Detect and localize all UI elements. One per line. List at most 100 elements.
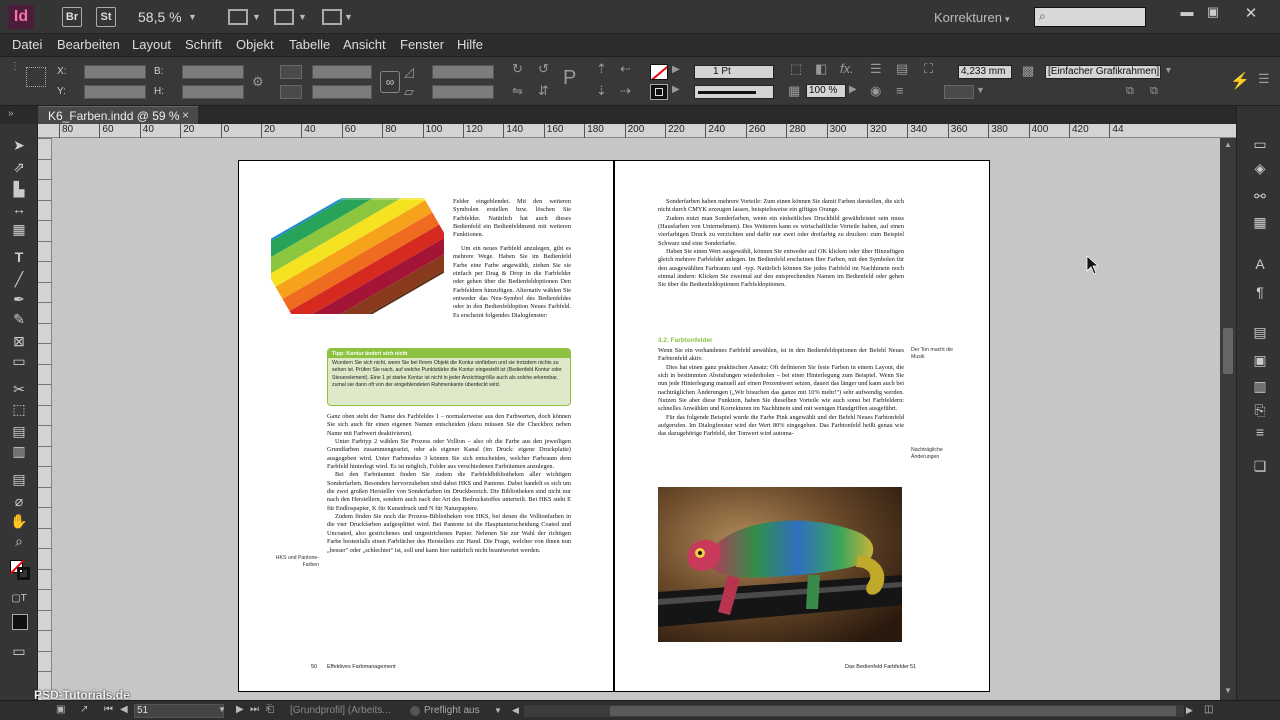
chameleon-image[interactable] <box>658 487 902 642</box>
vertical-ruler[interactable] <box>38 138 52 700</box>
stock-button[interactable]: St <box>96 7 116 27</box>
menu-datei[interactable]: Datei <box>12 37 42 52</box>
content-collector-icon[interactable]: ▦ <box>10 220 28 238</box>
gradient-panel-icon[interactable]: ▥ <box>1251 378 1269 394</box>
flip-vertical-icon[interactable]: ⇵ <box>538 83 549 99</box>
rotate-cw-icon[interactable]: ↻ <box>512 61 523 77</box>
horizontal-ruler[interactable]: 80 60 40 20 0 20 40 60 80 100 120 140 160 180 200 220 24… <box>38 124 1236 138</box>
book-panel-icon[interactable]: ❏ <box>1251 458 1269 474</box>
scale-x-icon[interactable] <box>280 65 302 79</box>
clear-overrides-icon[interactable]: ⧉ <box>1126 85 1134 98</box>
rectangle-tool-icon[interactable]: ▭ <box>10 352 28 370</box>
hand-tool-icon[interactable]: ✋ <box>10 512 28 530</box>
object-style-dropdown-icon[interactable]: ▼ <box>1164 65 1173 75</box>
view-options-dropdown-icon[interactable]: ▼ <box>252 12 261 22</box>
select-content-icon[interactable]: ⇣ <box>596 83 607 99</box>
color-panel-icon[interactable]: ⎘ <box>1251 402 1269 418</box>
layers-panel-icon[interactable]: ◈ <box>1251 160 1269 176</box>
table-panel-icon[interactable]: ▦ <box>1251 214 1269 230</box>
panel-menu-icon[interactable]: ☰ <box>1258 71 1270 87</box>
shadow-icon[interactable]: ◧ <box>815 61 827 77</box>
corner-dropdown-icon[interactable]: ▼ <box>976 85 985 95</box>
pasteboard[interactable]: Felder eingeblendet. Mit den weiteren Sy… <box>34 138 1220 702</box>
screen-mode-dropdown-icon[interactable]: ▼ <box>298 12 307 22</box>
x-field[interactable] <box>84 65 146 79</box>
stroke-type-select[interactable] <box>694 85 774 99</box>
zoom-tool-icon[interactable]: ⌕ <box>10 532 28 550</box>
rotate-ccw-icon[interactable]: ↺ <box>538 61 549 77</box>
auto-fit-icon[interactable]: ⧉ <box>1150 85 1158 98</box>
effects-frame-icon[interactable]: ⬚ <box>790 61 802 77</box>
shear-field[interactable] <box>432 85 494 99</box>
scroll-right-icon[interactable]: ▶ <box>1186 705 1193 716</box>
screen-mode-tool-icon[interactable]: ▭ <box>10 642 28 660</box>
pages-panel-icon[interactable]: ▭ <box>1251 136 1269 152</box>
scissors-tool-icon[interactable]: ✂ <box>10 380 28 398</box>
page-number-field[interactable]: 51 <box>134 704 224 718</box>
path-p-icon[interactable]: P <box>563 67 576 90</box>
menu-objekt[interactable]: Objekt <box>236 37 274 52</box>
width-field[interactable] <box>182 65 244 79</box>
fx-icon[interactable]: fx. <box>840 61 854 76</box>
select-container-icon[interactable]: ⇡ <box>596 61 607 77</box>
menu-layout[interactable]: Layout <box>132 37 171 52</box>
note-tool-icon[interactable]: ▤ <box>10 470 28 488</box>
arrange-dropdown-icon[interactable]: ▼ <box>344 12 353 22</box>
pencil-tool-icon[interactable]: ✎ <box>10 310 28 328</box>
right-page[interactable]: Sonderfarben haben mehrere Vorteile: Zum… <box>614 160 990 692</box>
gradient-swatch-tool-icon[interactable]: ▤ <box>10 422 28 440</box>
y-field[interactable] <box>84 85 146 99</box>
constrain-proportions-icon[interactable]: ⚙ <box>252 74 264 90</box>
bridge-button[interactable]: Br <box>62 7 82 27</box>
menu-fenster[interactable]: Fenster <box>400 37 444 52</box>
open-page-icon[interactable]: ⎗ <box>266 704 274 715</box>
fit-frame-icon[interactable]: ⛶ <box>924 61 933 77</box>
preflight-dropdown-icon[interactable]: ▼ <box>494 706 502 715</box>
direct-selection-tool-icon[interactable]: ⇗ <box>10 158 28 176</box>
page-dropdown-icon[interactable]: ▼ <box>218 705 226 714</box>
rectangle-frame-tool-icon[interactable]: ⊠ <box>10 332 28 350</box>
fill-dropdown-icon[interactable]: ▶ <box>672 64 680 75</box>
character-styles-icon[interactable]: A <box>1251 256 1269 272</box>
scale-y-field[interactable] <box>312 85 372 99</box>
fill-none-swatch[interactable] <box>650 64 668 80</box>
object-style-select[interactable]: [Einfacher Grafikrahmen] <box>1045 65 1161 79</box>
profile-indicator[interactable]: [Grundprofil] (Arbeits... <box>290 705 391 716</box>
screen-mode-icon[interactable] <box>274 9 294 25</box>
export-icon[interactable]: ↗ <box>80 704 88 715</box>
stroke-panel-icon[interactable]: ≡ <box>1251 424 1269 440</box>
rotate-field[interactable] <box>432 65 494 79</box>
corner-shape-select[interactable] <box>944 85 974 99</box>
gradient-feather-tool-icon[interactable]: ▥ <box>10 442 28 460</box>
menu-bearbeiten[interactable]: Bearbeiten <box>57 37 120 52</box>
horizontal-scroll-thumb[interactable] <box>610 706 1176 716</box>
offset-field[interactable]: 4,233 mm <box>958 65 1012 79</box>
object-styles-icon[interactable]: ▣ <box>1251 352 1269 368</box>
scale-x-field[interactable] <box>312 65 372 79</box>
quick-apply-icon[interactable]: ⚡ <box>1230 71 1250 91</box>
view-options-icon[interactable] <box>228 9 248 25</box>
links-panel-icon[interactable]: ⚯ <box>1251 188 1269 204</box>
stroke-weight-field[interactable]: 1 Pt <box>694 65 774 79</box>
preflight-label[interactable]: Preflight aus <box>424 705 480 716</box>
reference-point-icon[interactable] <box>26 67 46 87</box>
workspace-dropdown-icon[interactable]: ▾ <box>1005 14 1010 25</box>
free-transform-tool-icon[interactable]: ⬚ <box>10 400 28 418</box>
opacity-dropdown-icon[interactable]: ▶ <box>849 84 857 95</box>
scale-y-icon[interactable] <box>280 85 302 99</box>
select-next-icon[interactable]: ⇢ <box>620 83 631 99</box>
arrange-documents-icon[interactable] <box>322 9 342 25</box>
height-field[interactable] <box>182 85 244 99</box>
line-tool-icon[interactable]: ╱ <box>10 270 28 288</box>
menu-schrift[interactable]: Schrift <box>185 37 222 52</box>
search-input[interactable]: ⌕ <box>1034 7 1146 27</box>
paragraph-styles-icon[interactable]: ¶ <box>1251 284 1269 300</box>
stroke-swatch[interactable] <box>650 84 668 100</box>
left-page[interactable]: Felder eingeblendet. Mit den weiteren Sy… <box>238 160 614 692</box>
opacity-field[interactable]: 100 % <box>806 84 846 98</box>
eyedropper-tool-icon[interactable]: ⌀ <box>10 492 28 510</box>
flip-horizontal-icon[interactable]: ⇋ <box>512 83 523 99</box>
last-page-icon[interactable]: ⏭ <box>250 704 259 715</box>
next-page-icon[interactable]: ▶ <box>236 704 244 715</box>
vertical-scrollbar[interactable]: ▲ ▼ <box>1220 138 1236 700</box>
